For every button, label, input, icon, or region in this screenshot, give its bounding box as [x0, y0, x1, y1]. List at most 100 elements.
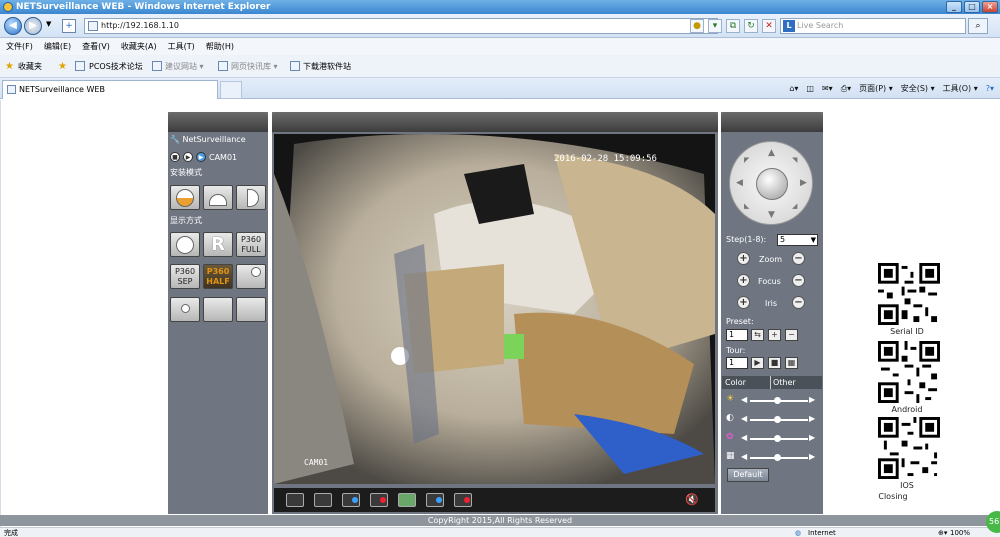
- history-dropdown-icon[interactable]: ▼: [46, 20, 51, 28]
- r-view-button[interactable]: R: [203, 232, 233, 257]
- slider-knob[interactable]: [774, 397, 781, 404]
- step-select[interactable]: 5 ▼: [777, 234, 818, 246]
- help-icon[interactable]: ?▾: [986, 82, 994, 96]
- tour-input[interactable]: 1: [726, 357, 748, 369]
- add-favorite-star-icon[interactable]: ★: [58, 55, 67, 78]
- multi-view-button[interactable]: [236, 297, 266, 322]
- close-window-button[interactable]: ×: [982, 1, 998, 13]
- back-button[interactable]: ◀: [4, 17, 22, 35]
- ptz-downleft-icon[interactable]: ◣: [744, 202, 749, 210]
- ptz-upleft-icon[interactable]: ◤: [744, 156, 749, 164]
- tour-start-button[interactable]: ▶: [751, 357, 764, 369]
- fav-item-suggested[interactable]: 建议网站 ▾: [165, 55, 204, 78]
- logout-button[interactable]: [454, 493, 472, 507]
- contrast-decrease-icon[interactable]: ◀: [741, 414, 747, 423]
- forward-button[interactable]: ▶: [24, 17, 42, 35]
- p360-sep-button[interactable]: P360 SEP: [170, 264, 200, 289]
- focus-out-button[interactable]: −: [792, 274, 805, 287]
- fav-item-download[interactable]: 下载港软件站: [303, 55, 351, 78]
- menu-file[interactable]: 文件(F): [6, 38, 33, 55]
- tab-netsurveillance[interactable]: NETSurveillance WEB: [2, 80, 218, 99]
- favorites-button[interactable]: 收藏夹: [18, 55, 42, 78]
- mute-speaker-icon[interactable]: 🔇: [685, 493, 699, 506]
- ptz-upright-icon[interactable]: ◥: [792, 156, 797, 164]
- hue-increase-icon[interactable]: ▶: [809, 452, 815, 461]
- new-tab-button[interactable]: [220, 81, 242, 99]
- brightness-decrease-icon[interactable]: ◀: [741, 395, 747, 404]
- zoom-out-button[interactable]: −: [792, 252, 805, 265]
- tab-color[interactable]: Color: [725, 376, 746, 389]
- hue-slider[interactable]: [750, 454, 808, 461]
- local-config-button[interactable]: [426, 493, 444, 507]
- menu-edit[interactable]: 编辑(E): [44, 38, 71, 55]
- brightness-slider[interactable]: [750, 397, 808, 404]
- home-icon[interactable]: ⌂▾: [789, 82, 798, 96]
- refresh-icon[interactable]: ↻: [744, 19, 758, 33]
- default-button[interactable]: Default: [727, 468, 769, 482]
- fisheye-view-button[interactable]: [170, 232, 200, 257]
- ptz-up-icon[interactable]: ▲: [768, 148, 775, 158]
- print-icon[interactable]: ⎙▾: [841, 82, 851, 96]
- menu-help[interactable]: 帮助(H): [206, 38, 234, 55]
- ptz-left-icon[interactable]: ◀: [736, 178, 743, 188]
- playback-button[interactable]: [342, 493, 360, 507]
- iris-open-button[interactable]: +: [737, 296, 750, 309]
- slider-knob[interactable]: [774, 435, 781, 442]
- grid-view-button[interactable]: [203, 297, 233, 322]
- tour-grid-button[interactable]: ▦: [785, 357, 798, 369]
- ptz-downright-icon[interactable]: ◢: [792, 202, 797, 210]
- camera-status-icon[interactable]: ▶: [196, 152, 206, 162]
- preset-input[interactable]: 1: [726, 329, 748, 341]
- ptz-direction-pad[interactable]: ▲ ▼ ◀ ▶ ◤ ◥ ◣ ◢: [729, 141, 813, 225]
- quad-view-button[interactable]: [170, 297, 200, 322]
- record-button[interactable]: [370, 493, 388, 507]
- focus-in-button[interactable]: +: [737, 274, 750, 287]
- ptz-center-button[interactable]: [756, 168, 788, 200]
- zoom-level[interactable]: 100%: [950, 528, 970, 537]
- add-to-favorites-icon[interactable]: +: [62, 19, 76, 33]
- contrast-increase-icon[interactable]: ▶: [809, 414, 815, 423]
- menu-favorites[interactable]: 收藏夹(A): [121, 38, 157, 55]
- device-tree-title[interactable]: 🔧 NetSurveillance: [170, 135, 246, 144]
- search-input[interactable]: L Live Search: [780, 18, 966, 34]
- fullscreen-button[interactable]: [286, 493, 304, 507]
- ptz-down-icon[interactable]: ▼: [768, 210, 775, 220]
- saturation-increase-icon[interactable]: ▶: [809, 433, 815, 442]
- tour-stop-button[interactable]: ■: [768, 357, 781, 369]
- contrast-slider[interactable]: [750, 416, 808, 423]
- ceiling-mount-button[interactable]: [170, 185, 200, 210]
- menu-tools[interactable]: 工具(T): [168, 38, 195, 55]
- maximize-button[interactable]: □: [964, 1, 980, 13]
- security-zone[interactable]: Internet: [808, 528, 836, 537]
- mail-icon[interactable]: ✉▾: [822, 82, 833, 96]
- safety-menu[interactable]: 安全(S) ▾: [901, 82, 935, 96]
- url-input[interactable]: http://192.168.1.10: [84, 18, 718, 34]
- ptz-right-icon[interactable]: ▶: [800, 178, 807, 188]
- compat-view-icon[interactable]: ●: [690, 19, 704, 33]
- preset-goto-button[interactable]: ⇆: [751, 329, 764, 341]
- table-mount-button[interactable]: [203, 185, 233, 210]
- fav-item-webslice[interactable]: 网页快讯库 ▾: [231, 55, 278, 78]
- fav-item-pcos[interactable]: PCOS技术论坛: [89, 55, 143, 78]
- search-button[interactable]: ⌕: [968, 18, 988, 34]
- minimize-button[interactable]: _: [946, 1, 962, 13]
- page-menu[interactable]: 页面(P) ▾: [859, 82, 893, 96]
- single-window-button[interactable]: [314, 493, 332, 507]
- wall-mount-button[interactable]: [236, 185, 266, 210]
- go-dropdown-icon[interactable]: ▾: [708, 19, 722, 33]
- slider-knob[interactable]: [774, 416, 781, 423]
- closing-link[interactable]: Closing: [858, 492, 928, 501]
- play-video-button[interactable]: ▶: [183, 152, 193, 162]
- tools-menu[interactable]: 工具(O) ▾: [943, 82, 978, 96]
- preset-add-button[interactable]: +: [768, 329, 781, 341]
- p360-half-button[interactable]: P360 HALF: [203, 264, 233, 289]
- menu-view[interactable]: 查看(V): [82, 38, 110, 55]
- compatibility-icon[interactable]: ⧉: [726, 19, 740, 33]
- split-view-button[interactable]: [236, 264, 266, 289]
- tab-other[interactable]: Other: [773, 376, 796, 389]
- iris-close-button[interactable]: −: [792, 296, 805, 309]
- stop-icon[interactable]: ✕: [762, 19, 776, 33]
- saturation-decrease-icon[interactable]: ◀: [741, 433, 747, 442]
- zoom-in-button[interactable]: +: [737, 252, 750, 265]
- slider-knob[interactable]: [774, 454, 781, 461]
